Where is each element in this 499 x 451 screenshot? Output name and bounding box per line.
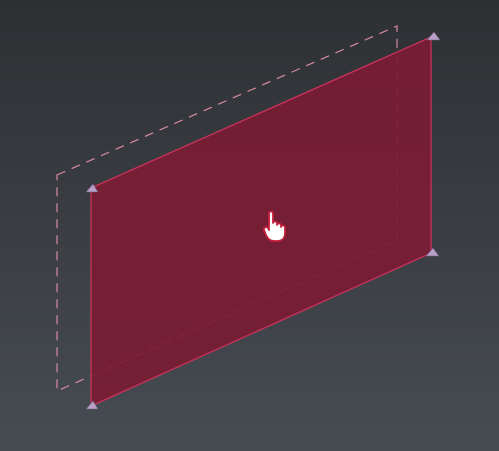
corner-handle-top-right-icon[interactable]: [426, 31, 441, 41]
plane-surface[interactable]: [90, 36, 432, 408]
scene-canvas[interactable]: [0, 0, 499, 451]
3d-viewport[interactable]: [0, 0, 499, 451]
